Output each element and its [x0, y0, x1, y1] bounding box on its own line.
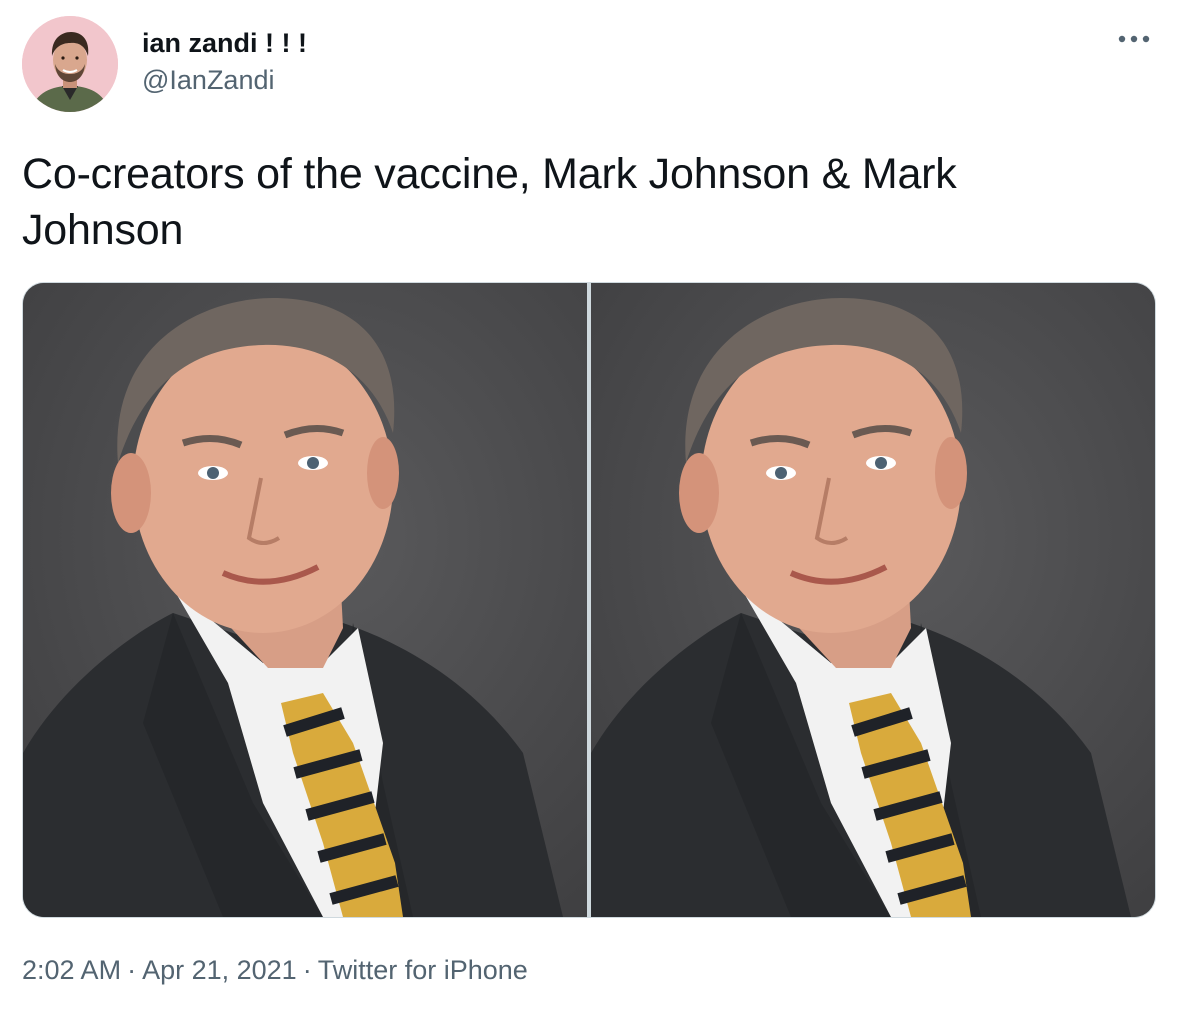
more-options-button[interactable]: [1112, 24, 1156, 54]
tweet: ian zandi ! ! ! @IanZandi Co-creators of…: [0, 0, 1180, 1020]
separator: ·: [302, 955, 312, 985]
separator: ·: [127, 955, 137, 985]
avatar[interactable]: [22, 16, 118, 112]
avatar-image: [22, 16, 118, 112]
portrait-photo: [23, 283, 587, 917]
tweet-text: Co-creators of the vaccine, Mark Johnson…: [22, 150, 957, 254]
more-options-icon: [1118, 35, 1150, 43]
photo-1[interactable]: [23, 283, 587, 917]
author-handle[interactable]: @IanZandi: [142, 63, 307, 97]
tweet-source[interactable]: Twitter for iPhone: [318, 955, 528, 985]
portrait-photo: [591, 283, 1155, 917]
author-display-name[interactable]: ian zandi ! ! !: [142, 26, 307, 60]
media-grid: [22, 282, 1156, 918]
tweet-time[interactable]: 2:02 AM: [22, 955, 121, 985]
tweet-date[interactable]: Apr 21, 2021: [142, 955, 297, 985]
tweet-meta: 2:02 AM · Apr 21, 2021 · Twitter for iPhone: [22, 952, 528, 988]
photo-2[interactable]: [591, 283, 1155, 917]
author-info: ian zandi ! ! ! @IanZandi: [142, 26, 307, 97]
